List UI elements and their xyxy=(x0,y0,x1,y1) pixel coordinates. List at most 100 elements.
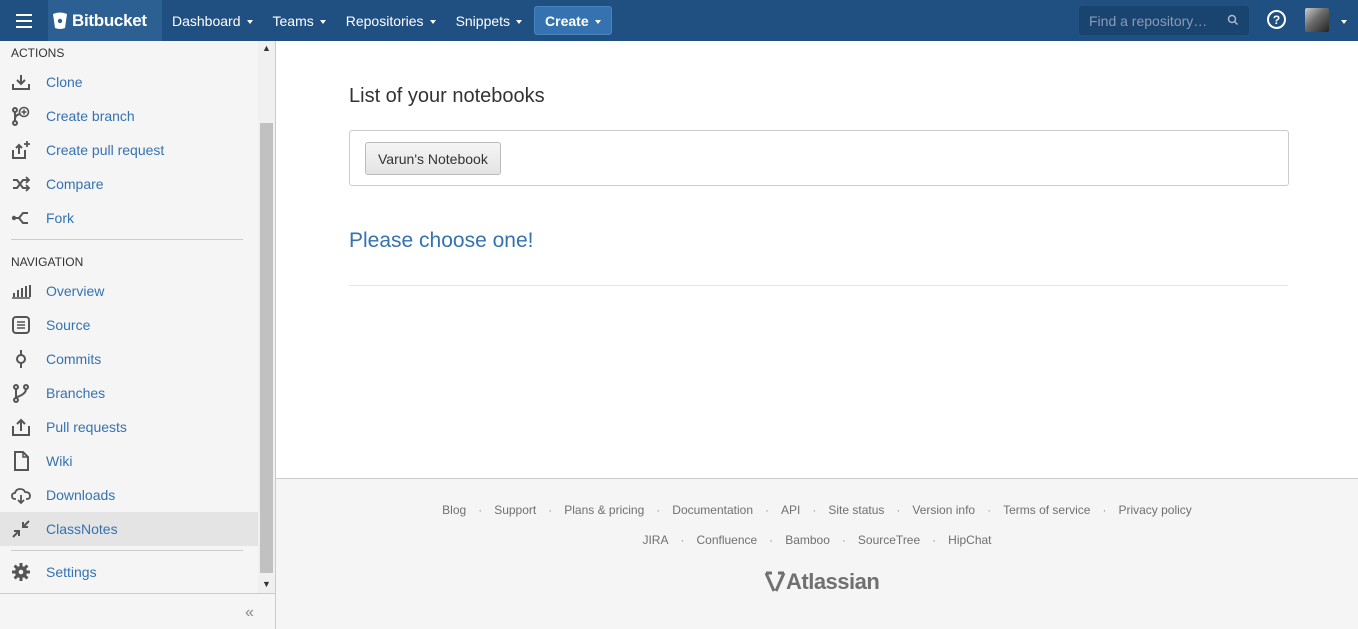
separator: · xyxy=(932,533,937,547)
main-content: List of your notebooks Varun's Notebook … xyxy=(276,41,1358,478)
nav-repositories-label: Repositories xyxy=(345,12,424,29)
nav-teams[interactable]: Teams xyxy=(273,13,326,29)
bucket-icon xyxy=(53,12,67,29)
sidebar-item-create-branch[interactable]: Create branch xyxy=(0,99,258,133)
nav-repositories[interactable]: Repositories xyxy=(346,13,436,29)
sidebar-item-overview[interactable]: Overview xyxy=(0,274,258,308)
nav-dashboard[interactable]: Dashboard xyxy=(172,13,253,29)
sidebar-item-source[interactable]: Source xyxy=(0,308,258,342)
footer-link-version-info[interactable]: Version info xyxy=(912,503,975,517)
gear-icon xyxy=(11,562,31,582)
bitbucket-logo[interactable]: Bitbucket xyxy=(48,0,162,41)
notebooks-panel: Varun's Notebook xyxy=(349,130,1289,186)
collapse-arrows-icon xyxy=(11,519,31,539)
sidebar-item-classnotes[interactable]: ClassNotes xyxy=(0,512,258,546)
fork-icon xyxy=(11,208,31,228)
sidebar-item-label: ClassNotes xyxy=(46,521,118,537)
download-icon xyxy=(11,72,31,92)
help-icon[interactable]: ? xyxy=(1267,10,1286,29)
footer-link-documentation[interactable]: Documentation xyxy=(672,503,753,517)
sidebar-item-commits[interactable]: Commits xyxy=(0,342,258,376)
bar-chart-icon xyxy=(11,281,31,301)
sidebar-item-wiki[interactable]: Wiki xyxy=(0,444,258,478)
sidebar-item-label: Branches xyxy=(46,385,106,401)
divider xyxy=(11,550,243,551)
file-text-icon xyxy=(11,315,31,335)
sidebar-item-label: Create branch xyxy=(46,108,135,124)
footer-link-privacy[interactable]: Privacy policy xyxy=(1118,503,1191,517)
sidebar-item-branches[interactable]: Branches xyxy=(0,376,258,410)
chevron-down-icon[interactable] xyxy=(1341,20,1347,24)
sidebar-item-pull-requests[interactable]: Pull requests xyxy=(0,410,258,444)
create-button[interactable]: Create xyxy=(534,6,612,35)
repository-search xyxy=(1079,6,1249,35)
sidebar-item-fork[interactable]: Fork xyxy=(0,201,258,235)
nav-dashboard-label: Dashboard xyxy=(172,12,241,29)
sidebar-item-label: Overview xyxy=(46,283,105,299)
collapse-sidebar-icon[interactable]: « xyxy=(245,604,254,622)
sidebar-item-label: Settings xyxy=(46,564,97,580)
footer-link-jira[interactable]: JIRA xyxy=(642,533,668,547)
footer-link-terms[interactable]: Terms of service xyxy=(1003,503,1090,517)
sidebar-item-compare[interactable]: Compare xyxy=(0,167,258,201)
main-nav: Dashboard Teams Repositories Snippets Cr… xyxy=(172,0,612,41)
help-glyph: ? xyxy=(1272,12,1281,27)
sidebar-item-label: Fork xyxy=(46,210,74,226)
separator: · xyxy=(1102,503,1107,517)
separator: · xyxy=(896,503,901,517)
sidebar-item-settings[interactable]: Settings xyxy=(0,555,258,589)
footer-link-blog[interactable]: Blog xyxy=(442,503,466,517)
footer-link-plans[interactable]: Plans & pricing xyxy=(564,503,644,517)
footer-link-bamboo[interactable]: Bamboo xyxy=(785,533,830,547)
separator: · xyxy=(987,503,992,517)
atlassian-logo[interactable]: Atlassian xyxy=(764,569,880,595)
pull-request-add-icon xyxy=(11,140,31,160)
menu-icon[interactable] xyxy=(0,0,48,41)
actions-heading: ACTIONS xyxy=(11,46,65,60)
shuffle-icon xyxy=(11,174,31,194)
separator: · xyxy=(769,533,774,547)
sidebar-item-label: Commits xyxy=(46,351,102,367)
notebook-button[interactable]: Varun's Notebook xyxy=(365,142,501,175)
page-footer: Blog · Support · Plans & pricing · Document… xyxy=(276,478,1358,629)
nav-snippets[interactable]: Snippets xyxy=(455,12,523,29)
sidebar-item-downloads[interactable]: Downloads xyxy=(0,478,258,512)
sidebar-content: ACTIONS Clone Create branch Create pull … xyxy=(0,41,258,593)
atlassian-icon xyxy=(764,571,786,592)
separator: · xyxy=(680,533,685,547)
scroll-down-icon[interactable]: ▼ xyxy=(262,579,271,589)
sidebar-item-label: Downloads xyxy=(46,487,116,503)
page-icon xyxy=(11,451,31,471)
cloud-download-icon xyxy=(11,485,31,505)
search-icon[interactable] xyxy=(1227,14,1239,26)
repository-sidebar: ACTIONS Clone Create branch Create pull … xyxy=(0,41,276,629)
sidebar-footer: « xyxy=(0,593,275,629)
sidebar-item-create-pull-request[interactable]: Create pull request xyxy=(0,133,258,167)
navigation-heading: NAVIGATION xyxy=(11,255,84,269)
branch-icon xyxy=(11,383,31,403)
avatar[interactable] xyxy=(1305,8,1329,32)
search-input[interactable] xyxy=(1089,12,1219,29)
footer-link-sourcetree[interactable]: SourceTree xyxy=(858,533,920,547)
atlassian-name: Atlassian xyxy=(786,569,880,594)
scroll-up-icon[interactable]: ▲ xyxy=(262,43,271,53)
chevron-down-icon xyxy=(516,19,523,24)
commit-icon xyxy=(11,349,31,369)
footer-link-api[interactable]: API xyxy=(781,503,800,517)
nav-snippets-label: Snippets xyxy=(455,12,511,29)
separator: · xyxy=(841,533,846,547)
chevron-down-icon xyxy=(246,19,253,24)
footer-links-row1: Blog · Support · Plans & pricing · Document… xyxy=(276,503,1358,517)
footer-link-support[interactable]: Support xyxy=(494,503,536,517)
footer-link-hipchat[interactable]: HipChat xyxy=(948,533,991,547)
scrollbar-thumb[interactable] xyxy=(260,123,273,573)
footer-link-confluence[interactable]: Confluence xyxy=(696,533,757,547)
footer-link-site-status[interactable]: Site status xyxy=(828,503,884,517)
sidebar-item-label: Wiki xyxy=(46,453,73,469)
sidebar-item-clone[interactable]: Clone xyxy=(0,65,258,99)
separator: · xyxy=(656,503,661,517)
separator: · xyxy=(478,503,483,517)
sidebar-item-label: Create pull request xyxy=(46,142,165,158)
sidebar-scrollbar[interactable]: ▲ ▼ xyxy=(258,41,275,593)
footer-links-row2: JIRA · Confluence · Bamboo · SourceTree · Hi… xyxy=(276,533,1358,547)
